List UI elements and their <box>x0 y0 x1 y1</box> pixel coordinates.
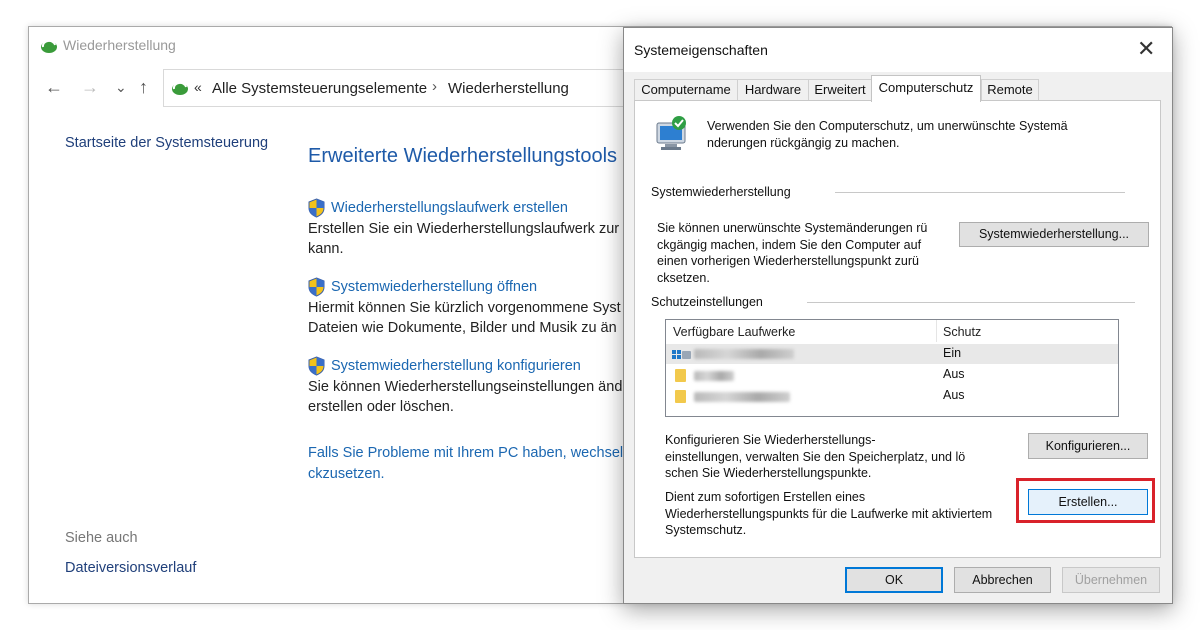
breadcrumb-separator[interactable]: › <box>432 78 437 95</box>
recovery-icon <box>41 39 57 53</box>
link-line[interactable]: Falls Sie Probleme mit Ihrem PC haben, w… <box>308 443 628 464</box>
text-line: Dient zum sofortigen Erstellen eines <box>665 490 866 504</box>
uac-shield-icon <box>308 356 325 376</box>
system-restore-button[interactable]: Systemwiederherstellung... <box>959 222 1149 247</box>
open-system-restore-link[interactable]: Systemwiederherstellung öffnen <box>331 279 537 295</box>
description-line: erstellen oder löschen. <box>308 399 454 415</box>
protection-settings-section-label: Schutzeinstellungen <box>651 295 763 309</box>
description-line: Dateien wie Dokumente, Bilder und Musik … <box>308 320 617 336</box>
configure-system-restore-link[interactable]: Systemwiederherstellung konfigurieren <box>331 358 581 374</box>
uac-shield-icon <box>308 198 325 218</box>
protection-status: Ein <box>943 346 962 360</box>
link-line[interactable]: ckzusetzen. <box>308 464 628 485</box>
uac-shield-icon <box>308 277 325 297</box>
text-line: cksetzen. <box>657 270 710 285</box>
tool-description: Hiermit können Sie kürzlich vorgenommene… <box>308 298 628 338</box>
blurred-drive-name <box>694 392 790 402</box>
tool-description: Erstellen Sie ein Wiederherstellungslauf… <box>308 219 628 259</box>
breadcrumb-recovery[interactable]: Wiederherstellung <box>448 80 569 97</box>
create-recovery-drive-link[interactable]: Wiederherstellungslaufwerk erstellen <box>331 200 568 216</box>
system-restore-text: Sie können unerwünschte Systemänderungen… <box>657 220 947 286</box>
reset-pc-link[interactable]: Falls Sie Probleme mit Ihrem PC haben, w… <box>308 443 628 485</box>
cancel-button[interactable]: Abbrechen <box>954 567 1051 593</box>
see-also-label: Siehe auch <box>65 530 138 546</box>
dialog-titlebar[interactable]: Systemeigenschaften ✕ <box>624 28 1172 72</box>
section-divider <box>807 302 1135 303</box>
column-header-drives[interactable]: Verfügbare Laufwerke <box>673 325 795 339</box>
system-drive-icon <box>672 350 691 359</box>
drive-folder-icon <box>675 369 686 382</box>
description-line: Hiermit können Sie kürzlich vorgenommene… <box>308 300 621 316</box>
up-arrow-icon[interactable]: ↑ <box>139 77 148 98</box>
text-line: Wiederherstellungspunkts für die Laufwer… <box>665 506 993 521</box>
computer-protection-icon <box>656 116 686 150</box>
control-panel-home-link[interactable]: Startseite der Systemsteuerung <box>65 135 268 151</box>
text-line: Sie können unerwünschte Systemänderungen… <box>657 221 928 235</box>
protection-status: Aus <box>943 367 965 381</box>
tab-computer-name[interactable]: Computername <box>634 79 738 100</box>
ok-button[interactable]: OK <box>845 567 943 593</box>
text-line: ckgängig machen, indem Sie den Computer … <box>657 237 922 252</box>
window-title: Wiederherstellung <box>63 37 176 53</box>
text-line: einen vorherigen Wiederherstellungspunkt… <box>657 254 919 268</box>
tab-remote[interactable]: Remote <box>981 79 1039 100</box>
table-row[interactable]: Aus <box>666 386 1118 406</box>
text-line: schen Sie Wiederherstellungspunkte. <box>665 466 872 480</box>
tab-advanced[interactable]: Erweitert <box>808 79 872 100</box>
back-arrow-icon[interactable]: ← <box>45 77 63 98</box>
text-line: Systemschutz. <box>665 523 747 537</box>
blurred-drive-name <box>694 371 734 381</box>
recovery-icon <box>172 81 188 95</box>
close-icon[interactable]: ✕ <box>1137 36 1155 62</box>
breadcrumb-all-items[interactable]: Alle Systemsteuerungselemente <box>212 80 427 97</box>
column-header-protection[interactable]: Schutz <box>943 325 981 339</box>
intro-text: Verwenden Sie den Computerschutz, um une… <box>707 118 1147 151</box>
breadcrumb-overflow[interactable]: « <box>194 79 202 95</box>
table-row[interactable]: Ein <box>666 344 1118 364</box>
configure-text: Konfigurieren Sie Wiederherstellungs- ei… <box>665 432 1005 482</box>
text-line: Verwenden Sie den Computerschutz, um une… <box>707 119 1068 133</box>
system-restore-section-label: Systemwiederherstellung <box>651 185 791 199</box>
description-line: kann. <box>308 241 344 257</box>
tab-hardware[interactable]: Hardware <box>737 79 809 100</box>
text-line: einstellungen, verwalten Sie den Speiche… <box>665 449 966 464</box>
page-heading: Erweiterte Wiederherstellungstools <box>308 145 618 167</box>
protection-status: Aus <box>943 388 965 402</box>
recent-dropdown-icon[interactable]: ⌄ <box>115 79 127 96</box>
file-history-link[interactable]: Dateiversionsverlauf <box>65 560 196 576</box>
apply-button[interactable]: Übernehmen <box>1062 567 1160 593</box>
description-line: Erstellen Sie ein Wiederherstellungslauf… <box>308 221 620 237</box>
address-bar[interactable]: « Alle Systemsteuerungselemente › Wieder… <box>163 69 635 107</box>
configure-button[interactable]: Konfigurieren... <box>1028 433 1148 459</box>
table-row[interactable]: Aus <box>666 365 1118 385</box>
blurred-drive-name <box>694 349 794 359</box>
text-line: Konfigurieren Sie Wiederherstellungs- <box>665 433 876 447</box>
dialog-title: Systemeigenschaften <box>634 42 768 58</box>
drive-folder-icon <box>675 390 686 403</box>
column-separator[interactable] <box>936 320 937 342</box>
tab-computer-protection[interactable]: Computerschutz <box>871 75 981 102</box>
tool-description: Sie können Wiederherstellungseinstellung… <box>308 377 628 417</box>
drives-list[interactable]: Verfügbare Laufwerke Schutz Ein Aus Aus <box>665 319 1119 417</box>
text-line: nderungen rückgängig zu machen. <box>707 135 900 150</box>
description-line: Sie können Wiederherstellungseinstellung… <box>308 379 623 395</box>
section-divider <box>835 192 1125 193</box>
highlight-annotation <box>1016 478 1155 523</box>
forward-arrow-icon[interactable]: → <box>81 77 99 98</box>
create-text: Dient zum sofortigen Erstellen eines Wie… <box>665 489 1025 539</box>
